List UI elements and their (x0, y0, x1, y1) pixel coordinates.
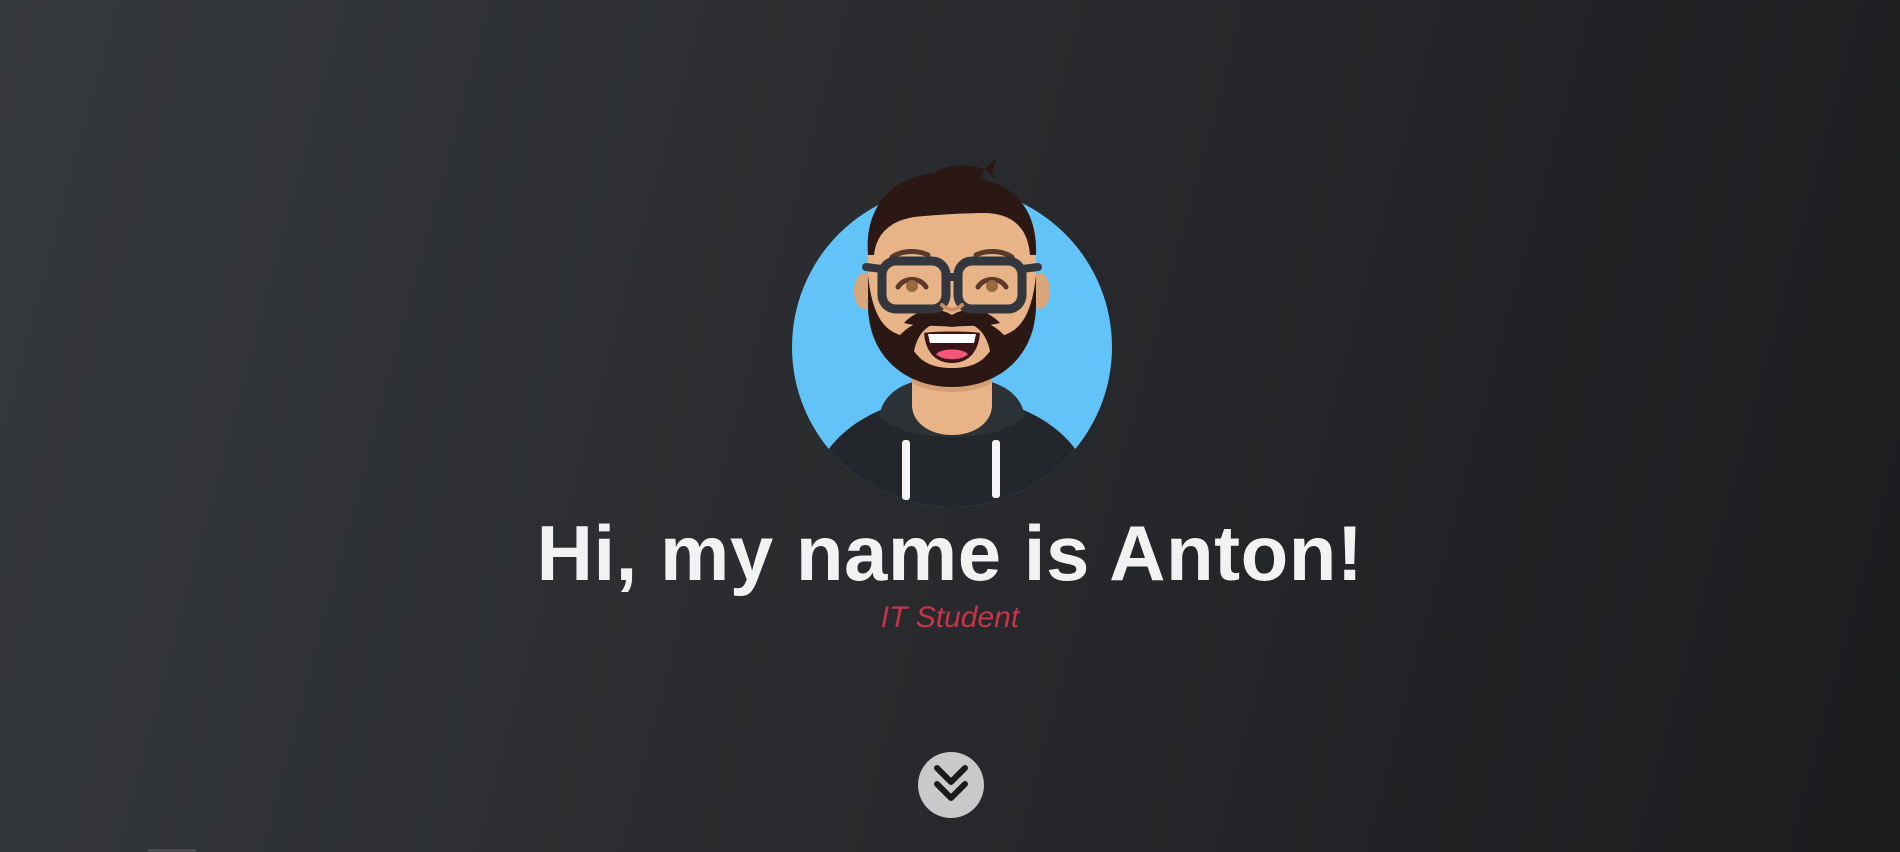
hero-section: Hi, my name is Anton! IT Student (0, 0, 1900, 852)
subtitle-role: IT Student (880, 601, 1020, 634)
double-chevron-down-icon (934, 765, 968, 801)
avatar-illustration (792, 159, 1112, 507)
page-title: Hi, my name is Anton! (536, 509, 1364, 597)
scroll-down-button[interactable] (918, 752, 984, 818)
avatar (784, 155, 1120, 511)
